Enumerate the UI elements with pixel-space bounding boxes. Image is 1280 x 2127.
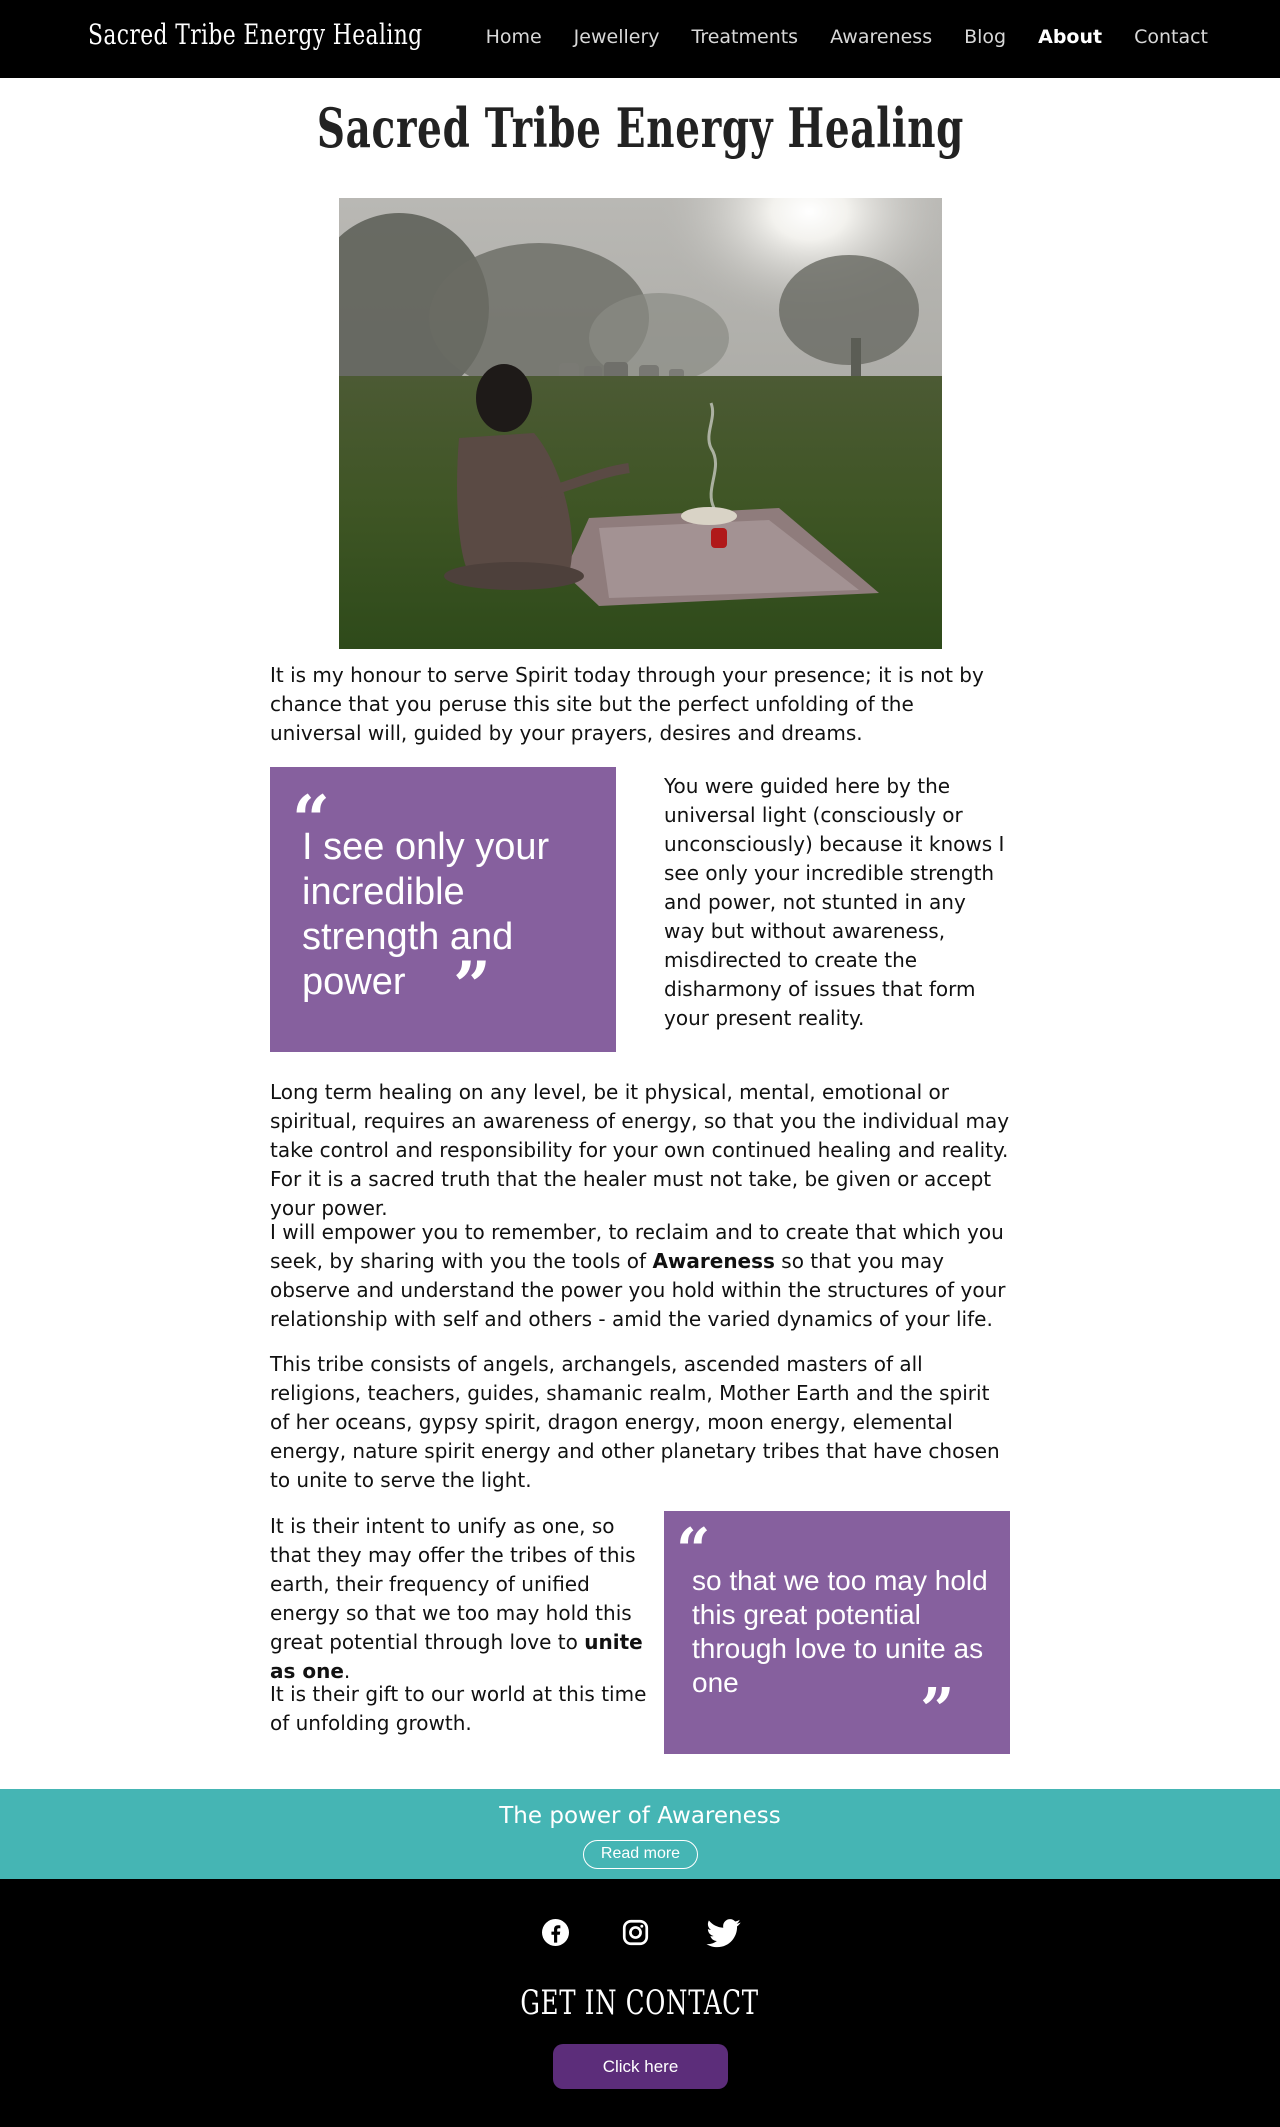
page-title: Sacred Tribe Energy Healing xyxy=(0,96,1280,160)
contact-title-text: GET IN CONTACT xyxy=(520,1983,760,2023)
close-quote-icon: ” xyxy=(920,1676,955,1746)
contact-button[interactable]: Click here xyxy=(553,2044,728,2089)
empower-paragraph: I will empower you to remember, to recla… xyxy=(270,1218,1010,1334)
quote-box-1: “ I see only your incredible strength an… xyxy=(270,767,616,1052)
nav-about[interactable]: About xyxy=(1038,26,1102,48)
awareness-band: The power of Awareness Read more xyxy=(0,1789,1280,1879)
nav-home[interactable]: Home xyxy=(486,26,542,48)
unify-paragraph: It is their intent to unify as one, so t… xyxy=(270,1512,650,1686)
site-brand[interactable]: Sacred Tribe Energy Healing xyxy=(88,18,423,51)
gift-paragraph: It is their gift to our world at this ti… xyxy=(270,1682,647,1735)
tribe-paragraph: This tribe consists of angels, archangel… xyxy=(270,1352,1000,1492)
nav-contact[interactable]: Contact xyxy=(1134,26,1208,48)
intro-paragraph: It is my honour to serve Spirit today th… xyxy=(270,663,984,745)
unify-text-1: It is their intent to unify as one, so t… xyxy=(270,1514,636,1654)
read-more-button[interactable]: Read more xyxy=(583,1840,698,1869)
side-paragraph: You were guided here by the universal li… xyxy=(664,774,1005,1030)
close-quote-icon: ” xyxy=(453,947,491,1025)
facebook-icon[interactable] xyxy=(542,1919,569,1946)
main-nav: Home Jewellery Treatments Awareness Blog… xyxy=(454,26,1208,48)
page-title-text: Sacred Tribe Energy Healing xyxy=(316,96,964,160)
site-footer: GET IN CONTACT Click here xyxy=(0,1879,1280,2127)
healing-paragraph: Long term healing on any level, be it ph… xyxy=(270,1080,1010,1220)
quote-box-2: “ so that we too may hold this great pot… xyxy=(664,1511,1010,1754)
twitter-icon[interactable] xyxy=(706,1919,742,1948)
band-title: The power of Awareness xyxy=(499,1803,781,1829)
hero-photo xyxy=(339,198,942,649)
instagram-icon[interactable] xyxy=(622,1919,649,1946)
quote-1-text: I see only your incredible strength and … xyxy=(302,826,550,1003)
contact-title: GET IN CONTACT xyxy=(0,1983,1280,2023)
nav-jewellery[interactable]: Jewellery xyxy=(574,26,660,48)
awareness-bold: Awareness xyxy=(652,1249,775,1273)
nav-awareness[interactable]: Awareness xyxy=(830,26,932,48)
nav-blog[interactable]: Blog xyxy=(964,26,1006,48)
site-header: Sacred Tribe Energy Healing Home Jewelle… xyxy=(0,0,1280,78)
nav-treatments[interactable]: Treatments xyxy=(692,26,799,48)
